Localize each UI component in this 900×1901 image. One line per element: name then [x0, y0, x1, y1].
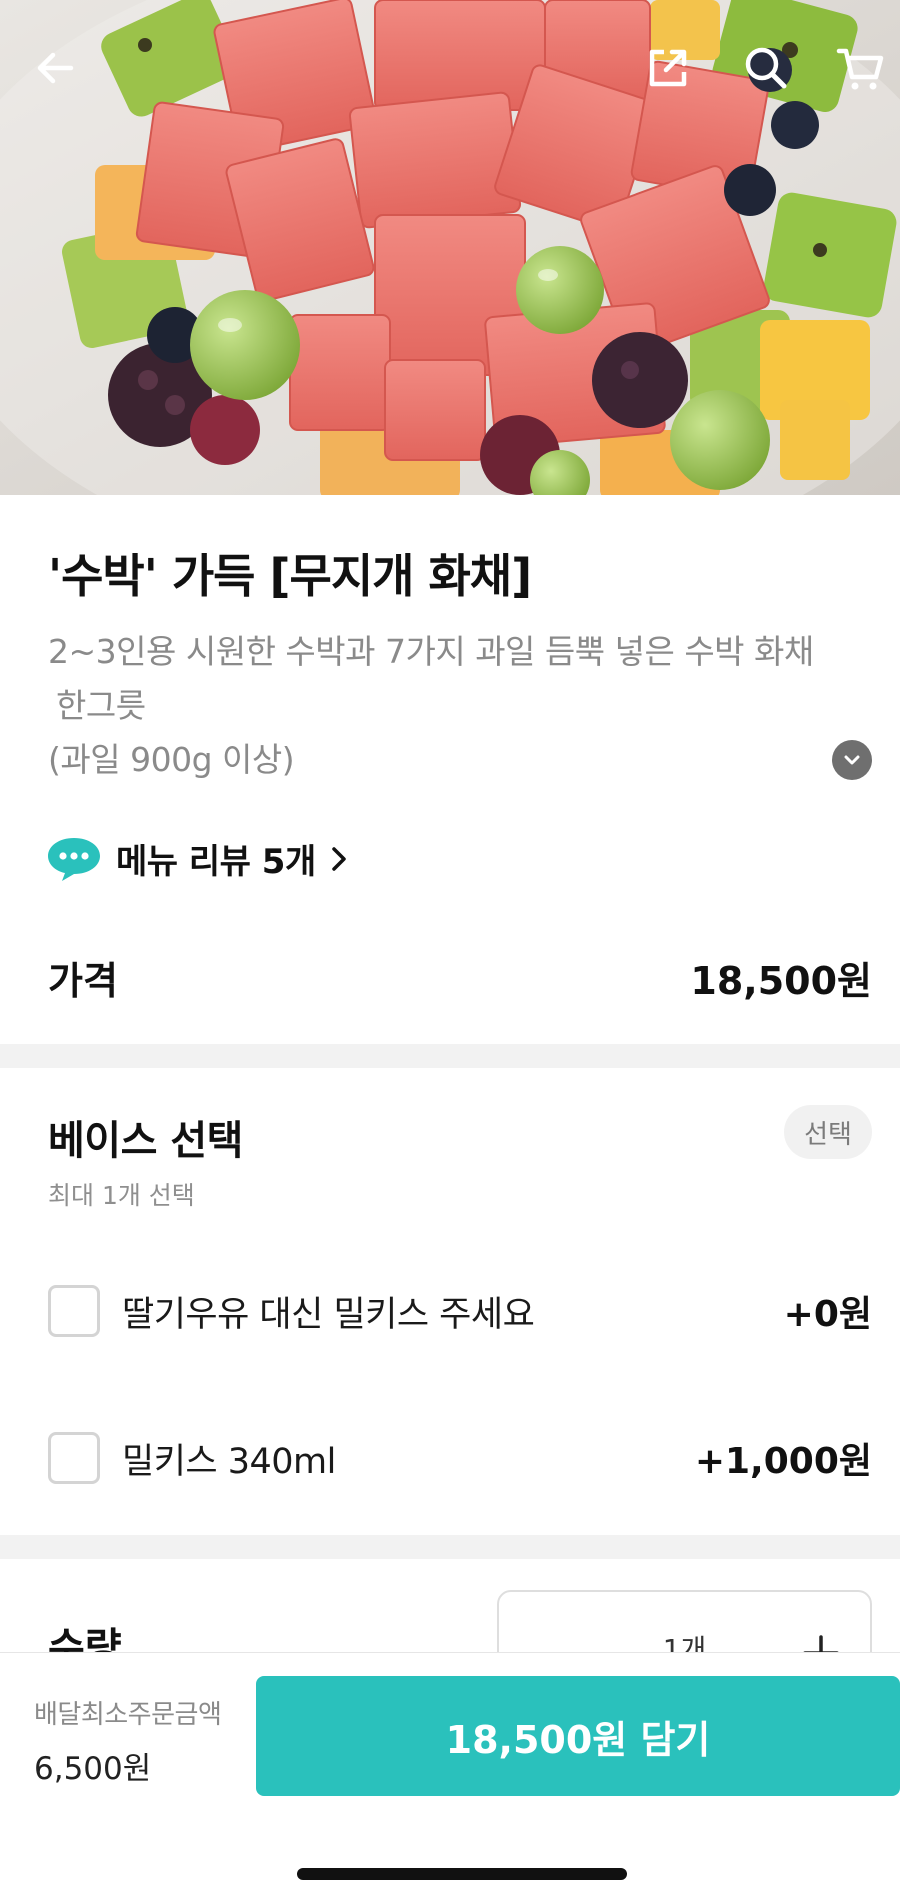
min-order-label: 배달최소주문금액 [34, 1700, 222, 1730]
description-line: 2~3인용 시원한 수박과 7가지 과일 듬뿍 넣은 수박 화채 [48, 632, 814, 671]
search-icon [745, 47, 787, 89]
product-title: '수박' 가득 [무지개 화채] [48, 549, 532, 603]
price-value: 18,500원 [690, 959, 872, 1003]
option-price: +0원 [783, 1294, 872, 1335]
option-checkbox[interactable] [48, 1432, 100, 1484]
add-to-cart-button[interactable]: 18,500원 담기 [256, 1676, 900, 1796]
option-label: 밀키스 340ml [122, 1441, 336, 1482]
back-button[interactable] [28, 40, 84, 96]
home-indicator [297, 1868, 627, 1880]
share-button[interactable] [640, 40, 696, 96]
product-description: 2~3인용 시원한 수박과 7가지 과일 듬뿍 넣은 수박 화채 한그릇 (과일… [48, 625, 878, 787]
cart-icon [836, 48, 884, 90]
product-photo [0, 0, 900, 495]
speech-bubble-icon [48, 837, 100, 881]
chevron-right-icon [331, 846, 346, 871]
option-group-badge: 선택 [784, 1105, 872, 1159]
price-label: 가격 [48, 959, 118, 1003]
share-icon [649, 49, 687, 87]
expand-description-button[interactable] [832, 740, 872, 780]
option-item[interactable]: 밀키스 340ml +1,000원 [48, 1430, 872, 1486]
cart-button[interactable] [832, 40, 888, 96]
description-line: 한그릇 [56, 686, 146, 725]
option-price: +1,000원 [694, 1441, 872, 1482]
description-line: (과일 900g 이상) [48, 740, 295, 779]
option-item[interactable]: 딸기우유 대신 밀키스 주세요 +0원 [48, 1283, 872, 1339]
review-count-label: 메뉴 리뷰 5개 [116, 842, 316, 882]
chevron-down-icon [844, 755, 860, 765]
min-order-value: 6,500원 [34, 1751, 152, 1787]
menu-detail-screen: '수박' 가득 [무지개 화채] 2~3인용 시원한 수박과 7가지 과일 듬뿍… [0, 0, 900, 1901]
search-button[interactable] [738, 40, 794, 96]
section-divider [0, 1535, 900, 1559]
section-divider [0, 1044, 900, 1068]
menu-review-link[interactable]: 메뉴 리뷰 5개 [46, 834, 350, 883]
arrow-left-icon [37, 52, 74, 84]
option-label: 딸기우유 대신 밀키스 주세요 [122, 1294, 535, 1335]
option-group-title: 베이스 선택 [48, 1118, 243, 1164]
option-checkbox[interactable] [48, 1285, 100, 1337]
option-group-subtitle: 최대 1개 선택 [48, 1181, 195, 1210]
